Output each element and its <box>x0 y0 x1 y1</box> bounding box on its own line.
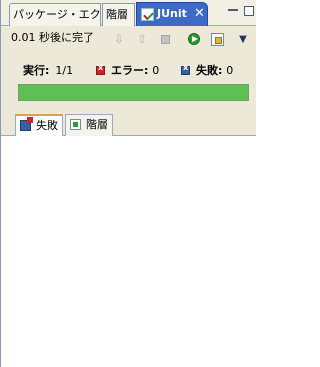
failure-list[interactable] <box>1 136 256 367</box>
scroll-lock-icon[interactable] <box>209 31 225 47</box>
tab-failures[interactable]: 失敗 <box>15 114 63 137</box>
error-icon <box>96 63 105 75</box>
window-controls <box>225 6 254 18</box>
maximize-icon[interactable] <box>244 6 254 16</box>
hierarchy-icon <box>70 119 81 130</box>
close-icon[interactable]: ✕ <box>194 3 205 25</box>
junit-icon <box>141 8 154 21</box>
tab-hierarchy[interactable]: 階層 <box>102 3 135 26</box>
tab-package-explorer-label: パッケージ・エクス... <box>13 8 101 21</box>
progress-fill <box>19 85 248 100</box>
failure-icon <box>181 63 190 75</box>
stop-icon[interactable] <box>157 31 173 47</box>
run-label: 実行: <box>23 64 50 77</box>
failure-value: 0 <box>226 64 234 77</box>
tab-hierarchy-results-label: 階層 <box>86 118 108 131</box>
tab-hierarchy-results[interactable]: 階層 <box>65 114 113 136</box>
run-value: 1/1 <box>55 64 74 77</box>
tab-junit[interactable]: JUnit ✕ <box>136 2 208 26</box>
error-value: 0 <box>152 64 160 77</box>
error-label: エラー: <box>111 64 149 77</box>
failure-label: 失敗: <box>196 64 223 77</box>
minimize-icon[interactable] <box>227 9 238 12</box>
failures-icon <box>20 117 33 131</box>
run-counter: 実行: 1/1 <box>23 62 73 78</box>
junit-view: パッケージ・エクス... 階層 JUnit ✕ 0.01 秒後に完了 ⇩ ⇧ ▼… <box>0 0 256 367</box>
next-failure-icon[interactable]: ⇩ <box>111 31 127 47</box>
tab-package-explorer[interactable]: パッケージ・エクス... <box>9 3 101 26</box>
progress-area <box>1 82 256 110</box>
tab-failures-label: 失敗 <box>36 119 58 132</box>
rerun-icon[interactable] <box>186 31 202 47</box>
progress-bar <box>18 84 249 101</box>
failure-counter: 失敗: 0 <box>181 62 233 78</box>
view-tab-bar: パッケージ・エクス... 階層 JUnit ✕ <box>1 0 256 26</box>
test-counters: 実行: 1/1 エラー: 0 失敗: 0 <box>1 52 256 82</box>
results-tab-bar: 失敗 階層 <box>1 110 256 137</box>
status-text: 0.01 秒後に完了 <box>11 31 94 44</box>
view-menu-icon[interactable]: ▼ <box>235 31 251 47</box>
tab-junit-label: JUnit <box>157 7 187 20</box>
tab-hierarchy-label: 階層 <box>106 8 128 21</box>
previous-failure-icon[interactable]: ⇧ <box>134 31 150 47</box>
error-counter: エラー: 0 <box>96 62 159 78</box>
junit-toolbar: 0.01 秒後に完了 ⇩ ⇧ ▼ <box>1 26 256 52</box>
